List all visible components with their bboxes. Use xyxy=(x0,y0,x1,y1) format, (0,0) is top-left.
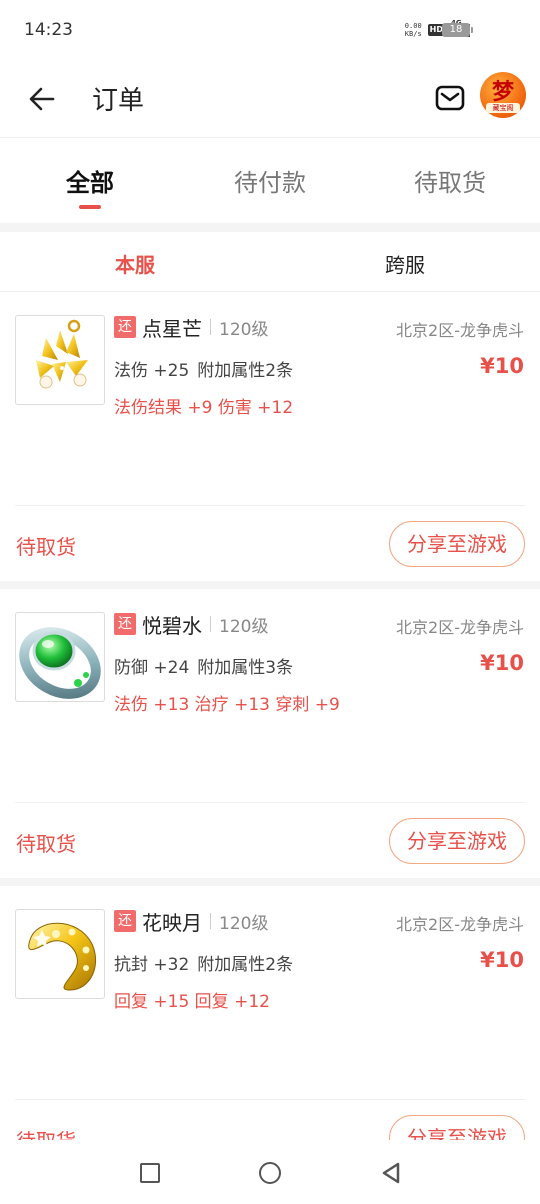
system-nav-bar xyxy=(0,1140,540,1204)
section-separator xyxy=(0,223,540,232)
item-thumbnail xyxy=(15,315,105,405)
item-thumbnail xyxy=(15,909,105,999)
title-divider xyxy=(210,616,211,632)
item-level: 120级 xyxy=(219,616,269,637)
item-level: 120级 xyxy=(219,319,269,340)
card-separator xyxy=(0,878,540,886)
item-name: 花映月 xyxy=(142,910,202,935)
title-divider xyxy=(210,319,211,335)
gold-bracelet-icon xyxy=(28,922,97,991)
item-price: ¥10 xyxy=(480,651,524,675)
order-card[interactable]: 还 悦碧水 120级 北京2区-龙争虎斗 防御 +24 附加属性3条 ¥10 法伤… xyxy=(0,589,540,878)
item-title-line: 还 花映月 120级 xyxy=(114,908,269,935)
share-to-game-button[interactable]: 分享至游戏 xyxy=(389,818,525,864)
order-status: 待取货 xyxy=(16,535,76,559)
tab-all[interactable]: 全部 xyxy=(0,139,180,223)
item-bonus: 回复 +15 回复 +12 xyxy=(114,992,270,1012)
battery-level: 18 xyxy=(449,24,463,35)
card-divider xyxy=(15,1099,525,1100)
back-arrow-icon[interactable] xyxy=(26,82,60,116)
stat-extra: 附加属性2条 xyxy=(197,361,294,381)
server-name: 北京2区-龙争虎斗 xyxy=(396,915,524,934)
return-tag: 还 xyxy=(114,613,136,635)
subtab-cross-server[interactable]: 跨服 xyxy=(270,232,540,291)
item-price: ¥10 xyxy=(480,948,524,972)
network-speed-unit: KB/s xyxy=(404,30,422,38)
nav-back-icon[interactable] xyxy=(380,1161,402,1185)
app-header: 订单 梦 藏宝阁 xyxy=(0,62,540,138)
item-stats: 法伤 +25 附加属性2条 xyxy=(114,356,293,381)
status-time: 14:23 xyxy=(24,20,73,40)
network-speed-value: 0.00 xyxy=(404,22,422,30)
return-tag: 还 xyxy=(114,910,136,932)
item-level: 120级 xyxy=(219,913,269,934)
item-name: 点星芒 xyxy=(142,316,202,341)
order-status: 待取货 xyxy=(16,1125,76,1140)
item-stats: 抗封 +32 附加属性2条 xyxy=(114,950,293,975)
return-tag: 还 xyxy=(114,316,136,338)
message-icon[interactable] xyxy=(434,82,466,114)
avatar-logo-subtitle: 藏宝阁 xyxy=(486,103,520,113)
item-name: 悦碧水 xyxy=(142,613,202,638)
page-title: 订单 xyxy=(92,86,145,116)
item-bonus: 法伤 +13 治疗 +13 穿刺 +9 xyxy=(114,695,340,715)
stat-main: 抗封 +32 xyxy=(114,955,190,975)
stat-main: 法伤 +25 xyxy=(114,361,190,381)
stat-extra: 附加属性3条 xyxy=(197,658,294,678)
home-icon[interactable] xyxy=(259,1162,281,1184)
status-bar: 14:23 0.00 KB/s HD 4G 18 xyxy=(0,0,540,62)
stat-extra: 附加属性2条 xyxy=(197,955,294,975)
item-bonus: 法伤结果 +9 伤害 +12 xyxy=(114,398,294,418)
avatar-logo-glyph: 梦 xyxy=(491,80,514,105)
order-status: 待取货 xyxy=(16,832,76,856)
network-speed: 0.00 KB/s xyxy=(405,22,422,38)
tab-pending-pickup[interactable]: 待取货 xyxy=(360,139,540,223)
share-to-game-button[interactable]: 分享至游戏 xyxy=(389,521,525,567)
server-subtabs: 本服 跨服 xyxy=(0,232,540,292)
battery-icon: 18 xyxy=(442,23,473,37)
order-list[interactable]: 还 点星芒 120级 北京2区-龙争虎斗 法伤 +25 附加属性2条 ¥10 法伤… xyxy=(0,292,540,1140)
gold-earring-icon xyxy=(36,319,88,389)
item-price: ¥10 xyxy=(480,354,524,378)
title-divider xyxy=(210,913,211,929)
card-divider xyxy=(15,505,525,506)
card-separator xyxy=(0,581,540,589)
item-thumbnail xyxy=(15,612,105,702)
subtab-same-server[interactable]: 本服 xyxy=(0,232,270,291)
order-card[interactable]: 还 点星芒 120级 北京2区-龙争虎斗 法伤 +25 附加属性2条 ¥10 法伤… xyxy=(0,292,540,581)
jade-ring-icon xyxy=(19,627,101,699)
item-stats: 防御 +24 附加属性3条 xyxy=(114,653,293,678)
stat-main: 防御 +24 xyxy=(114,658,190,678)
tab-pending-payment[interactable]: 待付款 xyxy=(180,139,360,223)
recent-apps-icon[interactable] xyxy=(140,1163,160,1183)
server-name: 北京2区-龙争虎斗 xyxy=(396,321,524,340)
item-title-line: 还 点星芒 120级 xyxy=(114,314,269,341)
order-card[interactable]: 还 花映月 120级 北京2区-龙争虎斗 抗封 +32 附加属性2条 ¥10 回复… xyxy=(0,886,540,1140)
server-name: 北京2区-龙争虎斗 xyxy=(396,618,524,637)
card-divider xyxy=(15,802,525,803)
share-to-game-button[interactable]: 分享至游戏 xyxy=(389,1115,525,1140)
order-tabs: 全部 待付款 待取货 xyxy=(0,139,540,223)
avatar[interactable]: 梦 藏宝阁 xyxy=(480,72,526,118)
item-title-line: 还 悦碧水 120级 xyxy=(114,611,269,638)
